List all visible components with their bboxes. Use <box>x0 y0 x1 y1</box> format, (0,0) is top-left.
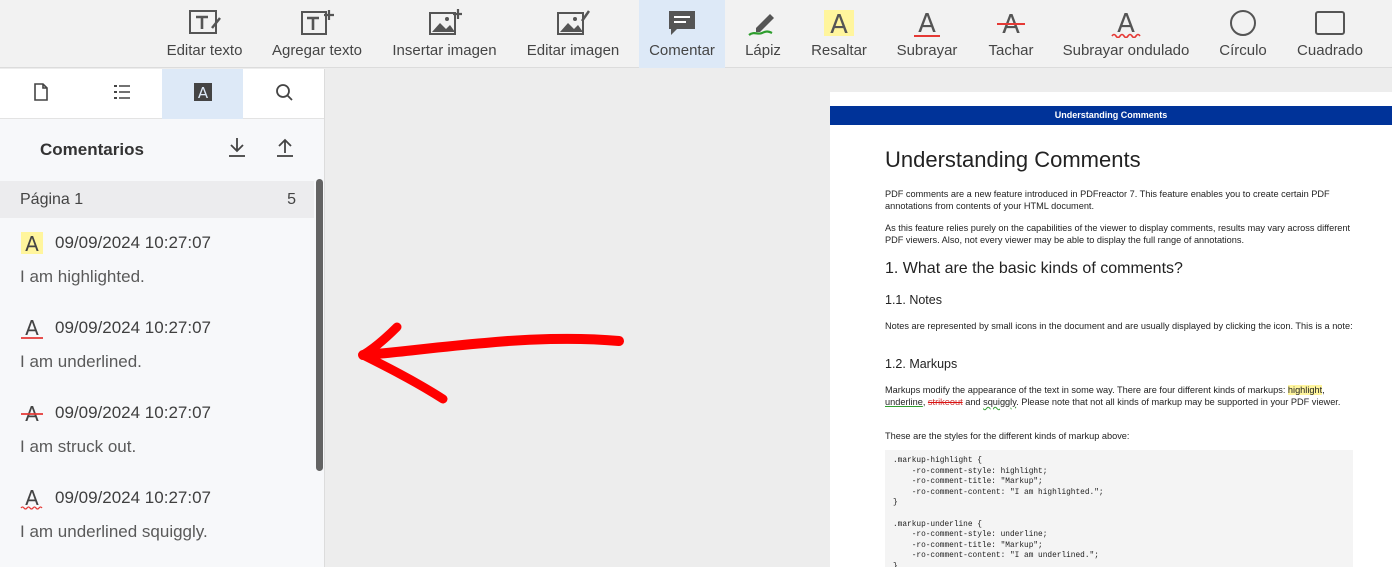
comments-title: Comentarios <box>40 140 144 159</box>
tab-outline[interactable] <box>81 69 162 119</box>
document-icon <box>31 82 51 107</box>
circle-tool[interactable]: Círculo <box>1214 0 1272 68</box>
add-text-icon <box>297 6 337 40</box>
edit-text-icon <box>185 6 225 40</box>
square-icon <box>1310 6 1350 40</box>
squiggly-icon: A <box>20 486 44 510</box>
list-icon <box>112 82 132 107</box>
comment-tool[interactable]: Comentar <box>639 0 725 68</box>
svg-text:A: A <box>197 84 208 102</box>
svg-text:A: A <box>830 10 848 38</box>
insert-image-tool[interactable]: Insertar imagen <box>388 0 501 68</box>
add-text-tool[interactable]: Agregar texto <box>268 0 366 68</box>
comment-text: I am highlighted. <box>20 267 145 286</box>
markup-squiggly[interactable]: squiggly <box>983 397 1016 407</box>
edit-image-icon <box>553 6 593 40</box>
annotation-toolbar: Editar texto Agregar texto Insertar imag… <box>0 0 1392 68</box>
comment-item[interactable]: A 09/09/2024 10:27:07 I am underlined sq… <box>0 474 314 559</box>
underline-tool[interactable]: A Subrayar <box>892 0 962 68</box>
tab-pages[interactable] <box>0 69 81 119</box>
pdf-subheading: 1.2. Markups <box>885 357 958 371</box>
download-icon <box>226 136 248 163</box>
highlight-icon: A <box>20 231 44 255</box>
pencil-icon <box>743 6 783 40</box>
pencil-tool[interactable]: Lápiz <box>738 0 788 68</box>
svg-text:A: A <box>25 232 39 255</box>
comment-item[interactable]: A 09/09/2024 10:27:07 I am underlined. <box>0 304 314 389</box>
comment-date: 09/09/2024 10:27:07 <box>55 488 211 507</box>
page-group-label: Página 1 <box>20 191 84 208</box>
pdf-title: Understanding Comments <box>885 147 1141 172</box>
comment-text: I am underlined squiggly. <box>20 522 208 541</box>
pdf-running-header: Understanding Comments <box>830 106 1392 125</box>
search-icon <box>274 82 294 107</box>
pdf-subheading: 1.1. Notes <box>885 293 942 307</box>
sidebar-scrollbar[interactable] <box>316 179 323 471</box>
pdf-paragraph: Notes are represented by small icons in … <box>885 321 1353 331</box>
edit-image-tool[interactable]: Editar imagen <box>523 0 623 68</box>
comment-icon <box>662 6 702 40</box>
comments-sidebar: A Comentarios Página 1 5 A 09/09/2024 10… <box>0 69 325 567</box>
red-arrow-annotation <box>358 322 624 404</box>
svg-text:A: A <box>25 486 39 510</box>
strikeout-tool[interactable]: A Tachar <box>982 0 1040 68</box>
pdf-markups-paragraph: Markups modify the appearance of the tex… <box>885 385 1341 407</box>
underline-icon: A <box>20 316 44 340</box>
tab-search[interactable] <box>243 69 324 119</box>
svg-text:A: A <box>25 316 39 340</box>
comment-text: I am underlined. <box>20 352 142 371</box>
comment-date: 09/09/2024 10:27:07 <box>55 233 211 252</box>
upload-icon <box>274 136 296 163</box>
comments-header: Comentarios <box>0 119 324 179</box>
comment-date: 09/09/2024 10:27:07 <box>55 318 211 337</box>
import-comments-button[interactable] <box>273 137 297 161</box>
comment-text: I am struck out. <box>20 437 137 456</box>
squiggly-tool[interactable]: A Subrayar ondulado <box>1059 0 1193 68</box>
square-tool[interactable]: Cuadrado <box>1292 0 1368 68</box>
svg-text:A: A <box>918 9 936 38</box>
pdf-page: Understanding Comments Understanding Com… <box>830 92 1392 567</box>
markup-underline[interactable]: underline <box>885 397 923 407</box>
strikeout-icon: A <box>991 6 1031 40</box>
document-viewer[interactable]: Understanding Comments Understanding Com… <box>325 69 1392 567</box>
svg-text:A: A <box>1117 9 1135 38</box>
comment-item[interactable]: A 09/09/2024 10:27:07 I am struck out. <box>0 389 314 474</box>
highlight-icon: A <box>819 6 859 40</box>
sidebar-tabs: A <box>0 69 324 119</box>
pdf-code-block: .markup-highlight { -ro-comment-style: h… <box>885 450 1353 567</box>
markup-highlight[interactable]: highlight <box>1287 385 1323 395</box>
pdf-paragraph: PDF comments are a new feature introduce… <box>885 189 1330 211</box>
circle-icon <box>1223 6 1263 40</box>
annotation-icon: A <box>192 81 214 108</box>
export-comments-button[interactable] <box>225 137 249 161</box>
pdf-paragraph: These are the styles for the different k… <box>885 431 1130 441</box>
strikeout-icon: A <box>20 401 44 425</box>
insert-image-icon <box>425 6 465 40</box>
page-group-count: 5 <box>287 191 296 208</box>
pdf-paragraph: As this feature relies purely on the cap… <box>885 223 1351 245</box>
squiggly-icon: A <box>1106 6 1146 40</box>
pdf-heading: 1. What are the basic kinds of comments? <box>885 260 1183 277</box>
underline-icon: A <box>907 6 947 40</box>
markup-strikeout[interactable]: strikeout <box>928 397 963 407</box>
page-group-header[interactable]: Página 1 5 <box>0 181 314 218</box>
comment-date: 09/09/2024 10:27:07 <box>55 403 211 422</box>
edit-text-tool[interactable]: Editar texto <box>163 0 246 68</box>
highlight-tool[interactable]: A Resaltar <box>806 0 872 68</box>
comment-item[interactable]: A 09/09/2024 10:27:07 I am highlighted. <box>0 219 314 304</box>
tab-annotations[interactable]: A <box>162 69 243 119</box>
